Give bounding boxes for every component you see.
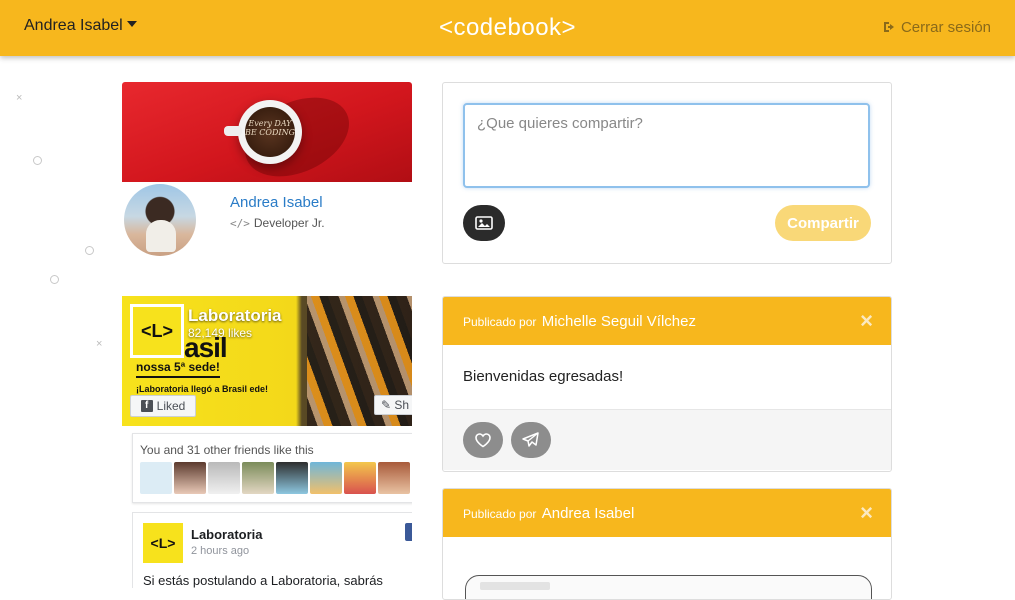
post-byline: Publicado por Andrea Isabel	[463, 505, 634, 522]
facebook-likes-count: 82,149 likes	[188, 326, 253, 340]
heart-icon	[475, 433, 491, 448]
post-text: Si estás postulando a Laboratoria, sabrá…	[143, 573, 383, 588]
post-body: Bienvenidas egresadas!	[443, 345, 891, 410]
friend-avatar[interactable]	[344, 462, 376, 494]
liked-label: Liked	[156, 399, 186, 413]
post-header: Publicado por Michelle Seguil Vílchez ×	[443, 297, 891, 345]
friends-avatars	[140, 462, 410, 494]
profile-card: Every DAY BE CODING Andrea Isabel </> Dev…	[122, 82, 412, 262]
post-composer: Compartir	[442, 82, 892, 264]
decor-x-icon: ×	[96, 338, 103, 350]
friend-avatar[interactable]	[242, 462, 274, 494]
facebook-cover-image[interactable]: asil nossa 5ª sede! ¡Laboratoria llegó a…	[122, 296, 412, 426]
profile-name-link[interactable]: Andrea Isabel	[230, 194, 323, 211]
share-page-button[interactable]: ✎ Sh	[374, 395, 412, 415]
logout-label: Cerrar sesión	[900, 19, 991, 36]
profile-role: </> Developer Jr.	[230, 216, 325, 230]
cover-llego-text: ¡Laboratoria llegó a Brasil ede!	[136, 384, 269, 394]
post-author[interactable]: Andrea Isabel	[542, 505, 635, 522]
paper-plane-icon	[522, 432, 539, 447]
share-button[interactable]: Compartir	[775, 205, 871, 241]
close-icon[interactable]: ×	[860, 310, 873, 332]
image-icon	[475, 216, 493, 230]
post-card: Publicado por Michelle Seguil Vílchez × …	[442, 296, 892, 472]
profile-cover-image: Every DAY BE CODING	[122, 82, 412, 182]
cover-sede-text: nossa 5ª sede!	[136, 360, 220, 378]
friend-avatar[interactable]	[140, 462, 172, 494]
post-by-label: Publicado por	[463, 507, 537, 521]
friend-avatar[interactable]	[208, 462, 240, 494]
post-textarea[interactable]	[463, 103, 870, 188]
friend-avatar[interactable]	[378, 462, 410, 494]
friend-avatar[interactable]	[174, 462, 206, 494]
post-by-label: Publicado por	[463, 315, 537, 329]
facebook-page-widget: asil nossa 5ª sede! ¡Laboratoria llegó a…	[122, 296, 412, 588]
coffee-cup-image: Every DAY BE CODING	[224, 100, 302, 164]
decor-circle-icon	[85, 246, 94, 255]
sign-out-icon	[883, 22, 894, 32]
brand-logo[interactable]: <codebook>	[0, 14, 1015, 42]
post-page-logo[interactable]: <L>	[143, 523, 183, 563]
friends-like-box: You and 31 other friends like this	[132, 433, 412, 503]
friend-avatar[interactable]	[310, 462, 342, 494]
facebook-page-name[interactable]: Laboratoria	[188, 306, 282, 326]
friend-avatar[interactable]	[276, 462, 308, 494]
friends-like-text: You and 31 other friends like this	[140, 443, 314, 457]
liked-button[interactable]: f Liked	[130, 395, 196, 417]
code-icon: </>	[230, 217, 250, 230]
laboratoria-logo[interactable]: <L>	[130, 304, 184, 358]
post-author[interactable]: Michelle Seguil Vílchez	[542, 313, 696, 330]
decor-x-icon: ×	[16, 92, 23, 104]
post-card: Publicado por Andrea Isabel ×	[442, 488, 892, 600]
facebook-icon: f	[140, 400, 153, 412]
post-page-name[interactable]: Laboratoria	[191, 527, 263, 542]
add-image-button[interactable]	[463, 205, 505, 241]
facebook-icon	[405, 523, 412, 541]
like-button[interactable]	[463, 422, 503, 458]
share-page-label: Sh	[394, 398, 410, 412]
facebook-post: <L> Laboratoria 2 hours ago Si estás pos…	[132, 512, 412, 588]
profile-role-label: Developer Jr.	[253, 216, 325, 230]
cover-text: Every DAY BE CODING	[245, 107, 295, 157]
top-navbar: Andrea Isabel <codebook> Cerrar sesión	[0, 0, 1015, 56]
pencil-icon: ✎	[381, 398, 392, 412]
avatar[interactable]	[124, 184, 196, 256]
logout-link[interactable]: Cerrar sesión	[883, 19, 991, 36]
post-actions	[443, 410, 891, 470]
post-byline: Publicado por Michelle Seguil Vílchez	[463, 313, 696, 330]
send-button[interactable]	[511, 422, 551, 458]
post-header: Publicado por Andrea Isabel ×	[443, 489, 891, 537]
decor-circle-icon	[50, 275, 59, 284]
decor-circle-icon	[33, 156, 42, 165]
post-timestamp[interactable]: 2 hours ago	[191, 545, 249, 557]
close-icon[interactable]: ×	[860, 502, 873, 524]
